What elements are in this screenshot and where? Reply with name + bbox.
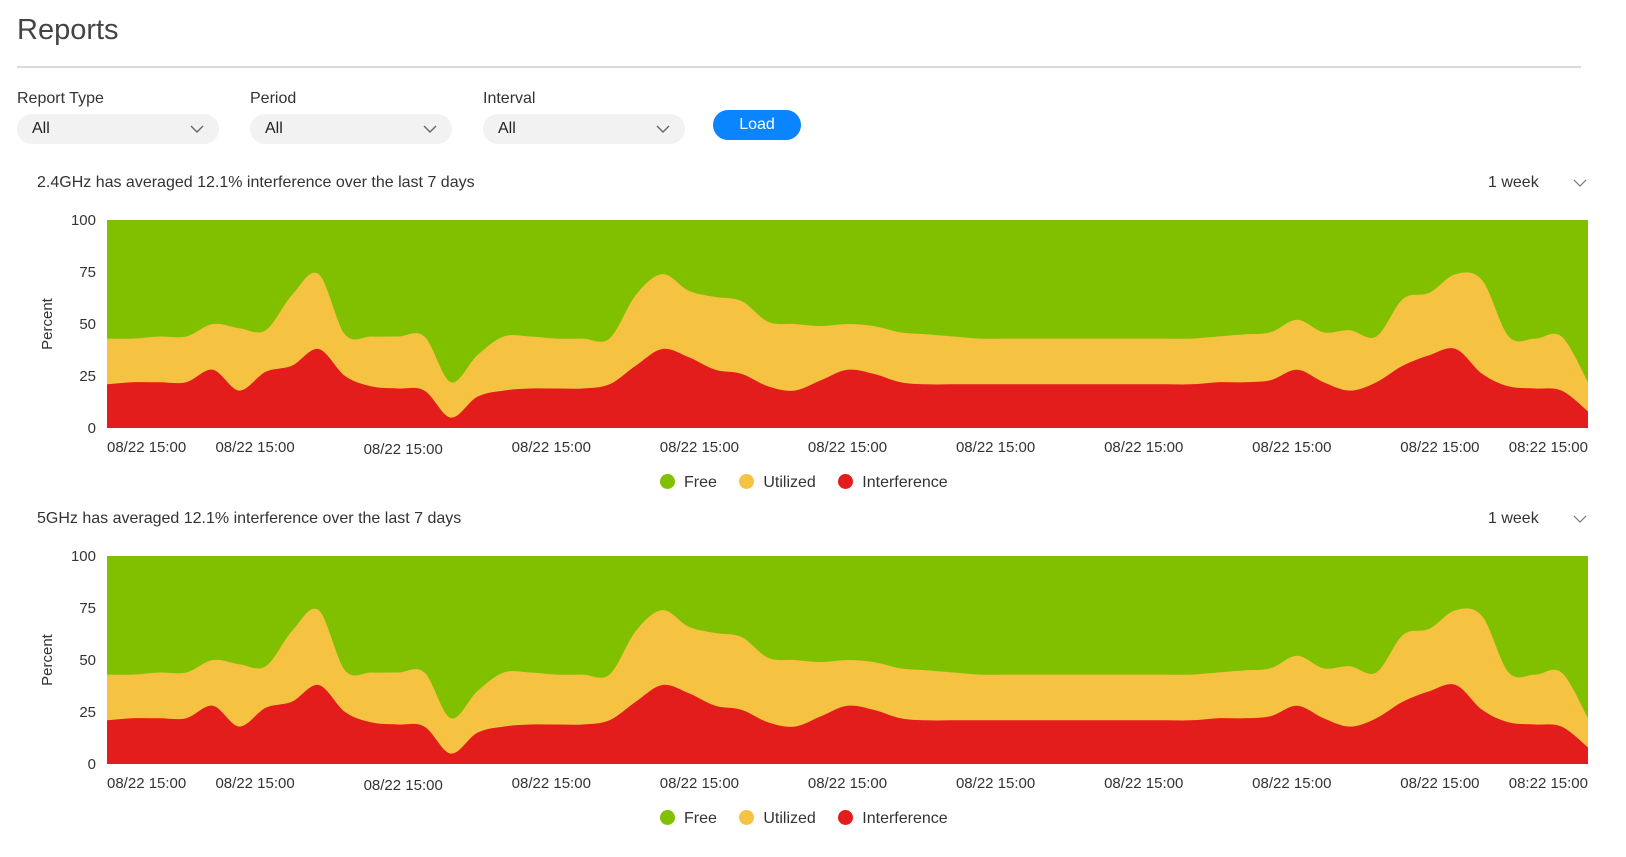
x-tick-label: 08/22 15:00 (215, 775, 294, 792)
legend-item-interference[interactable]: Interference (838, 472, 948, 494)
chevron-down-icon (656, 125, 670, 133)
area-chart: 0 25 50 75 100 Percent 08/22 15:00 08/22 15:00 0… (39, 212, 1588, 458)
legend-label: Free (684, 810, 717, 827)
chart-caption: 2.4GHz has averaged 12.1% interference o… (37, 174, 475, 191)
legend-label: Interference (862, 474, 948, 491)
interval-select[interactable]: All (483, 114, 685, 144)
period-label: Period (250, 90, 297, 107)
period-value: All (265, 120, 283, 137)
chart-panel-24ghz: 2.4GHz has averaged 12.1% interference o… (0, 172, 1626, 502)
chevron-down-icon (190, 125, 204, 133)
legend-label: Utilized (763, 810, 816, 827)
x-tick-label: 08/22 15:00 (1400, 439, 1479, 456)
x-tick-label: 08/22 15:00 (215, 439, 294, 456)
legend-label: Free (684, 474, 717, 491)
y-axis-title: Percent (39, 633, 56, 686)
y-tick-label: 100 (71, 548, 96, 565)
range-select[interactable]: 1 week (1488, 172, 1588, 194)
area-chart: 0 25 50 75 100 Percent 08/22 15:00 08/22 15:00 0… (39, 548, 1588, 794)
x-tick-label: 08/22 15:00 (956, 775, 1035, 792)
legend-item-utilized[interactable]: Utilized (739, 472, 816, 494)
report-type-value: All (32, 120, 50, 137)
x-tick-label: 08/22 15:00 (107, 439, 186, 456)
report-type-filter: Report Type All (17, 88, 219, 144)
chart-legend: Free Utilized Interference (660, 472, 966, 494)
interval-value: All (498, 120, 516, 137)
range-select[interactable]: 1 week (1488, 508, 1588, 530)
y-tick-label: 50 (79, 316, 96, 333)
y-axis-title: Percent (39, 297, 56, 350)
legend-dot (838, 810, 854, 825)
x-tick-label: 08/22 15:00 (660, 775, 739, 792)
report-type-select[interactable]: All (17, 114, 219, 144)
legend-item-utilized[interactable]: Utilized (739, 808, 816, 830)
x-tick-label: 08/22 15:00 (1400, 775, 1479, 792)
legend-item-interference[interactable]: Interference (838, 808, 948, 830)
x-tick-label: 08/22 15:00 (956, 439, 1035, 456)
legend-item-free[interactable]: Free (660, 808, 717, 830)
x-tick-label: 08/22 15:00 (1104, 439, 1183, 456)
legend-item-free[interactable]: Free (660, 472, 717, 494)
y-tick-label: 0 (88, 756, 96, 773)
x-tick-label: 08/22 15:00 (808, 775, 887, 792)
x-tick-label: 08/22 15:00 (512, 439, 591, 456)
chart-caption: 5GHz has averaged 12.1% interference ove… (37, 510, 462, 527)
title-divider (17, 66, 1581, 68)
x-tick-label: 08:22 15:00 (1509, 775, 1588, 792)
y-tick-label: 25 (79, 704, 96, 721)
period-select[interactable]: All (250, 114, 452, 144)
x-tick-label: 08/22 15:00 (660, 439, 739, 456)
x-tick-label: 08/22 15:00 (364, 441, 443, 458)
legend-dot (660, 810, 675, 825)
legend-dot (660, 474, 675, 489)
period-filter: Period All (250, 88, 452, 144)
chevron-down-icon (1573, 515, 1587, 523)
filter-bar: Report Type All Period All Interval All … (17, 88, 917, 144)
load-button[interactable]: Load (713, 110, 801, 140)
interval-filter: Interval All (483, 88, 685, 144)
x-tick-label: 08/22 15:00 (1252, 439, 1331, 456)
y-tick-label: 25 (79, 368, 96, 385)
legend-label: Interference (862, 810, 948, 827)
x-tick-label: 08/22 15:00 (364, 777, 443, 794)
legend-dot (739, 810, 755, 825)
chevron-down-icon (1573, 179, 1587, 187)
x-tick-label: 08/22 15:00 (107, 775, 186, 792)
page-title: Reports (17, 14, 119, 46)
chart-panel-5ghz: 5GHz has averaged 12.1% interference ove… (0, 508, 1626, 838)
legend-dot (739, 474, 755, 489)
legend-dot (838, 474, 854, 489)
report-type-label: Report Type (17, 90, 104, 107)
x-tick-label: 08/22 15:00 (808, 439, 887, 456)
y-tick-label: 100 (71, 212, 96, 229)
y-tick-label: 50 (79, 652, 96, 669)
y-tick-label: 75 (79, 264, 96, 281)
x-tick-label: 08/22 15:00 (512, 775, 591, 792)
chart-legend: Free Utilized Interference (660, 808, 966, 830)
chevron-down-icon (423, 125, 437, 133)
interval-label: Interval (483, 90, 536, 107)
range-value: 1 week (1488, 510, 1539, 527)
x-tick-label: 08:22 15:00 (1509, 439, 1588, 456)
y-tick-label: 75 (79, 600, 96, 617)
y-tick-label: 0 (88, 420, 96, 437)
range-value: 1 week (1488, 174, 1539, 191)
legend-label: Utilized (763, 474, 816, 491)
x-tick-label: 08/22 15:00 (1104, 775, 1183, 792)
x-tick-label: 08/22 15:00 (1252, 775, 1331, 792)
